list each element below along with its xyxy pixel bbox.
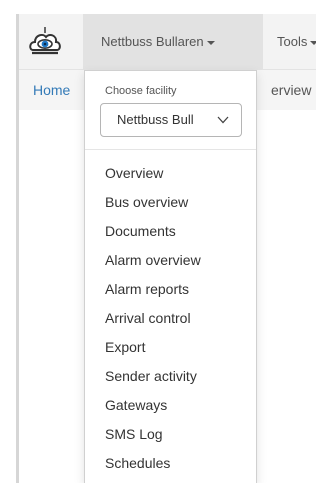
breadcrumb-current: erview: [271, 82, 312, 98]
menu-item-sender-activity[interactable]: Sender activity: [85, 362, 256, 391]
menu-item-bus-overview[interactable]: Bus overview: [85, 188, 256, 217]
dropdown-divider: [85, 149, 256, 150]
menu-item-documents[interactable]: Documents: [85, 217, 256, 246]
menu-item-overview[interactable]: Overview: [85, 159, 256, 188]
caret-down-icon: [206, 40, 215, 45]
choose-facility-label: Choose facility: [105, 85, 177, 97]
page: Nettbuss Bullaren Tools Home erview Choo…: [0, 0, 316, 483]
menu-item-alarm-overview[interactable]: Alarm overview: [85, 246, 256, 275]
facility-select[interactable]: Nettbuss Bull: [100, 103, 242, 137]
facility-nav-label: Nettbuss Bullaren: [101, 34, 204, 49]
tools-nav-dropdown[interactable]: Tools: [277, 14, 316, 69]
menu-item-arrival-control[interactable]: Arrival control: [85, 304, 256, 333]
menu-item-alarm-reports[interactable]: Alarm reports: [85, 275, 256, 304]
cloud-eye-logo-icon[interactable]: [27, 24, 63, 60]
menu-item-export[interactable]: Export: [85, 333, 256, 362]
breadcrumb-home-link[interactable]: Home: [33, 70, 70, 110]
caret-down-icon: [310, 40, 316, 45]
top-navbar: Nettbuss Bullaren Tools: [19, 14, 316, 70]
facility-menu-list: Overview Bus overview Documents Alarm ov…: [85, 159, 256, 478]
menu-item-schedules[interactable]: Schedules: [85, 449, 256, 478]
facility-select-value: Nettbuss Bull: [117, 112, 194, 127]
tools-nav-label: Tools: [277, 34, 308, 49]
menu-item-gateways[interactable]: Gateways: [85, 391, 256, 420]
menu-item-sms-log[interactable]: SMS Log: [85, 420, 256, 449]
facility-nav-dropdown[interactable]: Nettbuss Bullaren: [83, 14, 263, 69]
facility-dropdown-menu: Choose facility Nettbuss Bull Overview B…: [84, 70, 257, 483]
chevron-down-icon: [217, 116, 229, 124]
